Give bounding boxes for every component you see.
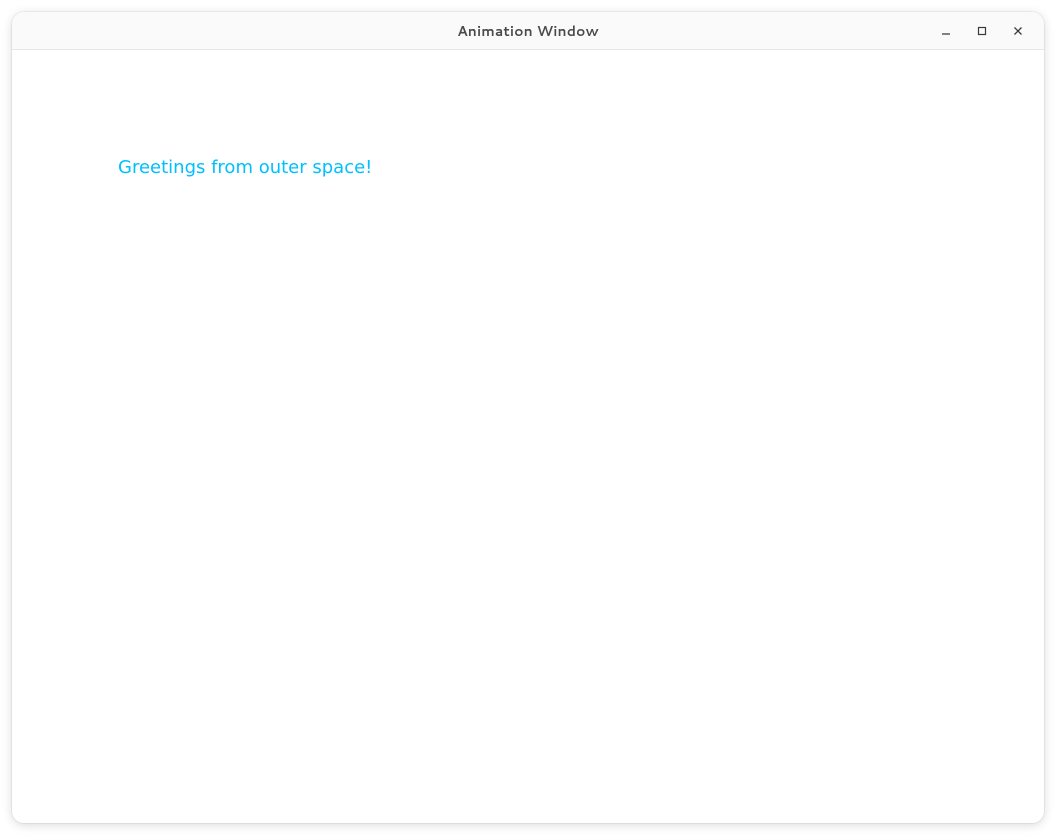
window-title: Animation Window: [457, 21, 599, 41]
canvas-area: Greetings from outer space!: [12, 50, 1044, 823]
titlebar[interactable]: Animation Window: [12, 12, 1044, 50]
application-window: Animation Window: [12, 12, 1044, 823]
animated-text: Greetings from outer space!: [118, 157, 372, 178]
close-button[interactable]: [1000, 13, 1036, 49]
window-controls: [928, 12, 1036, 49]
maximize-button[interactable]: [964, 13, 1000, 49]
minimize-button[interactable]: [928, 13, 964, 49]
minimize-icon: [940, 25, 952, 37]
close-icon: [1012, 25, 1024, 37]
maximize-icon: [976, 25, 988, 37]
